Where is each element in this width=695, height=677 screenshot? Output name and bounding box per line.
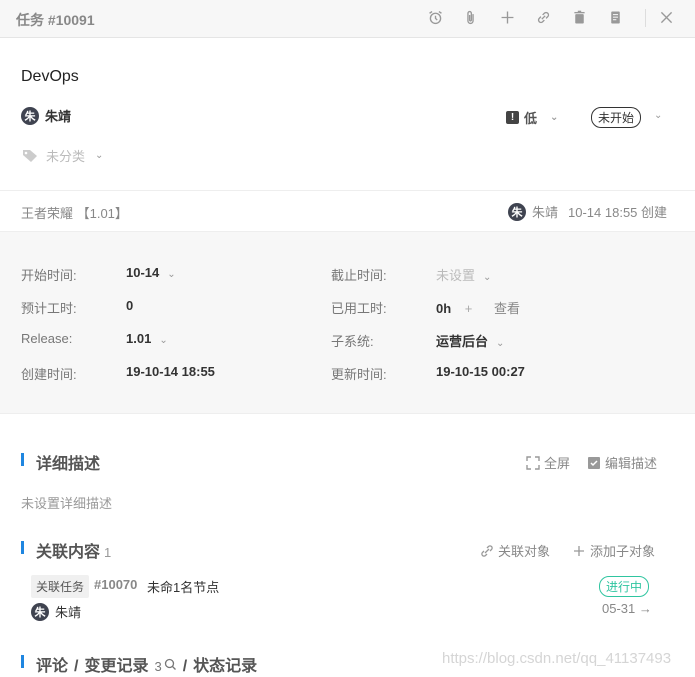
task-header: 任务 #10091: [0, 0, 695, 38]
copy-icon[interactable]: [605, 7, 625, 27]
assignee[interactable]: 朱 朱靖: [21, 106, 71, 125]
fullscreen-button[interactable]: 全屏: [526, 453, 570, 472]
release-select[interactable]: 1.01 ⌄: [126, 331, 168, 346]
chevron-down-icon: ⌄: [159, 335, 168, 346]
creator-info: 朱 朱靖 10-14 18:55 创建: [508, 202, 667, 221]
estimate-value[interactable]: 0: [126, 298, 133, 313]
priority-select[interactable]: ! 低 ⌄: [506, 108, 558, 127]
fullscreen-icon: [526, 455, 540, 470]
avatar: 朱: [508, 202, 526, 221]
subsystem-label: 子系统:: [331, 334, 374, 349]
start-time-value: 10-14: [126, 265, 160, 280]
tag-icon: [23, 149, 37, 162]
subsystem-select[interactable]: 运营后台 ⌄: [436, 331, 504, 350]
creator-name: 朱靖: [532, 205, 559, 220]
start-time-select[interactable]: 10-14 ⌄: [126, 265, 176, 280]
due-time-select[interactable]: 未设置 ⌄: [436, 265, 491, 284]
related-date: 05-31 →: [602, 601, 652, 616]
related-name[interactable]: 未命1名节点: [147, 577, 219, 596]
close-icon[interactable]: [656, 7, 676, 27]
description-empty[interactable]: 未设置详细描述: [21, 493, 112, 512]
related-count: 1: [104, 545, 112, 560]
spent-value: 0h: [436, 301, 452, 316]
chevron-down-icon: ⌄: [95, 150, 104, 161]
spent-group: 0h + 查看: [436, 298, 520, 317]
category-select[interactable]: 未分类 ⌄: [22, 146, 103, 165]
tab-history[interactable]: 变更记录: [84, 652, 148, 676]
created-time-label: 创建时间:: [21, 367, 77, 382]
alarm-icon[interactable]: [425, 7, 445, 27]
tab-status-log[interactable]: 状态记录: [193, 652, 257, 676]
tab-separator: /: [74, 658, 79, 675]
related-type-tag: 关联任务: [31, 575, 90, 598]
edit-description-button[interactable]: 编辑描述: [587, 453, 657, 472]
attachment-icon[interactable]: [460, 7, 480, 27]
add-child-label: 添加子对象: [590, 544, 656, 559]
link-icon: [481, 544, 493, 557]
assignee-name: 朱靖: [45, 109, 72, 124]
due-time-value: 未设置: [436, 268, 476, 283]
spent-label: 已用工时:: [331, 301, 387, 316]
start-time-label: 开始时间:: [21, 268, 77, 283]
chevron-down-icon: ⌄: [550, 112, 559, 123]
related-id[interactable]: #10070: [94, 577, 137, 592]
chevron-down-icon[interactable]: ⌄: [654, 110, 662, 121]
due-time-label: 截止时间:: [331, 268, 387, 283]
edit-description-label: 编辑描述: [605, 456, 658, 471]
description-title: 详细描述: [36, 456, 101, 473]
chevron-down-icon: ⌄: [496, 338, 505, 349]
estimate-label: 预计工时:: [21, 301, 77, 316]
view-time-link[interactable]: 查看: [494, 301, 520, 316]
header-divider: [645, 9, 646, 27]
related-assignee-name: 朱靖: [55, 605, 82, 620]
avatar: 朱: [31, 602, 49, 621]
chevron-down-icon: ⌄: [483, 272, 492, 283]
divider: [0, 190, 695, 191]
related-title: 关联内容 1: [36, 538, 111, 562]
add-time-icon[interactable]: +: [465, 301, 473, 316]
link-object-label: 关联对象: [498, 544, 551, 559]
watermark: https://blog.csdn.net/qq_41137493: [442, 650, 672, 667]
priority-label: 低: [524, 111, 538, 126]
status-badge[interactable]: 未开始: [591, 107, 642, 128]
avatar: 朱: [21, 106, 39, 125]
related-title-label: 关联内容: [36, 544, 101, 561]
tab-separator: /: [182, 658, 188, 675]
record-tabs: 评论 / 变更记录 3 / 状态记录: [36, 652, 257, 676]
task-title: 任务 #10091: [16, 12, 95, 28]
category-label: 未分类: [46, 149, 86, 164]
add-child-button[interactable]: 添加子对象: [572, 541, 655, 560]
history-count: 3: [154, 659, 162, 674]
section-marker: [21, 541, 24, 554]
delete-icon[interactable]: [569, 7, 589, 27]
section-marker: [21, 655, 24, 668]
add-icon[interactable]: [497, 7, 517, 27]
related-status-badge[interactable]: 进行中: [599, 576, 650, 597]
link-icon[interactable]: [533, 7, 553, 27]
updated-time-value: 19-10-15 00:27: [436, 364, 525, 379]
updated-time-label: 更新时间:: [331, 367, 387, 382]
chevron-down-icon: ⌄: [167, 269, 176, 280]
plus-icon: [574, 545, 584, 556]
project-label[interactable]: 王者荣耀 【1.01】: [21, 203, 128, 222]
link-object-button[interactable]: 关联对象: [480, 541, 550, 560]
created-text: 10-14 18:55 创建: [568, 205, 668, 220]
search-icon[interactable]: [164, 658, 177, 671]
release-label: Release:: [21, 331, 73, 346]
related-assignee: 朱 朱靖: [31, 602, 81, 621]
section-marker: [21, 453, 24, 466]
task-name[interactable]: DevOps: [21, 68, 79, 86]
tab-comment[interactable]: 评论: [36, 652, 68, 676]
checkbox-icon: [588, 456, 600, 469]
fullscreen-label: 全屏: [544, 456, 571, 471]
created-time-value: 19-10-14 18:55: [126, 364, 215, 379]
subsystem-value: 运营后台: [436, 334, 489, 349]
properties-panel: 开始时间: 10-14 ⌄ 截止时间: 未设置 ⌄ 预计工时: 0 已用工时: 0h…: [0, 232, 695, 414]
priority-flag-icon: !: [506, 111, 519, 124]
release-value: 1.01: [126, 331, 152, 346]
